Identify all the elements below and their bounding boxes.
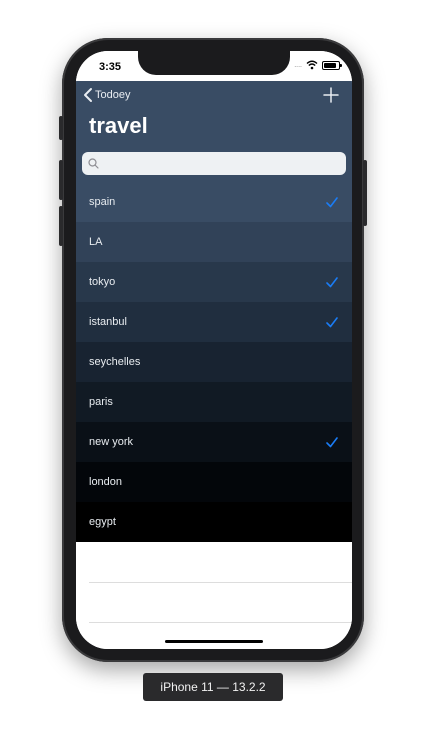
checkmark-icon [326, 276, 338, 287]
list-item[interactable]: LA [76, 222, 352, 262]
list-item-title: new york [89, 436, 134, 448]
list-item[interactable]: tokyo [76, 262, 352, 302]
status-time: 3:35 [99, 61, 122, 73]
list-item-title: LA [89, 236, 103, 248]
list-item[interactable]: paris [76, 382, 352, 422]
list-item[interactable]: london [76, 462, 352, 502]
mute-switch [59, 116, 63, 140]
volume-down-button [59, 206, 63, 246]
row-separator [89, 582, 352, 583]
list-item-title: paris [89, 396, 113, 408]
navigation-bar: Todoey travel [76, 81, 352, 183]
list-item[interactable]: spain [76, 182, 352, 222]
list-item-title: seychelles [89, 356, 141, 368]
checkmark-icon [326, 436, 338, 447]
checkmark-icon [326, 196, 338, 207]
signal-icon: .... [294, 61, 302, 69]
wifi-icon [306, 60, 318, 70]
notch [138, 51, 290, 75]
page-title: travel [89, 113, 148, 138]
search-input[interactable] [103, 156, 337, 171]
search-icon [88, 158, 99, 169]
volume-up-button [59, 160, 63, 200]
home-indicator[interactable] [165, 640, 263, 643]
list-item[interactable]: egypt [76, 502, 352, 542]
plus-icon[interactable] [323, 87, 339, 103]
list-item-title: london [89, 476, 123, 488]
power-button [363, 160, 367, 226]
back-button[interactable]: Todoey [83, 87, 130, 103]
list-item-title: tokyo [89, 276, 116, 288]
device-screen: 3:35 .... Todoey travel spain LA tokyo i… [76, 51, 352, 649]
list-item[interactable]: istanbul [76, 302, 352, 342]
list-item-title: egypt [89, 516, 116, 528]
device-label: iPhone 11 — 13.2.2 [143, 673, 283, 701]
back-button-label: Todoey [95, 89, 131, 101]
row-separator [89, 622, 352, 623]
list-item[interactable]: seychelles [76, 342, 352, 382]
list-item[interactable]: new york [76, 422, 352, 462]
status-icons: .... [294, 60, 342, 70]
chevron-left-icon [84, 88, 92, 102]
battery-icon [322, 60, 342, 70]
checkmark-icon [326, 316, 338, 327]
list-item-title: spain [89, 196, 116, 208]
todo-list: spain LA tokyo istanbul seychelles paris new y… [76, 182, 352, 542]
empty-table-area [76, 542, 352, 649]
list-item-title: istanbul [89, 316, 127, 328]
search-bar[interactable] [82, 152, 346, 175]
